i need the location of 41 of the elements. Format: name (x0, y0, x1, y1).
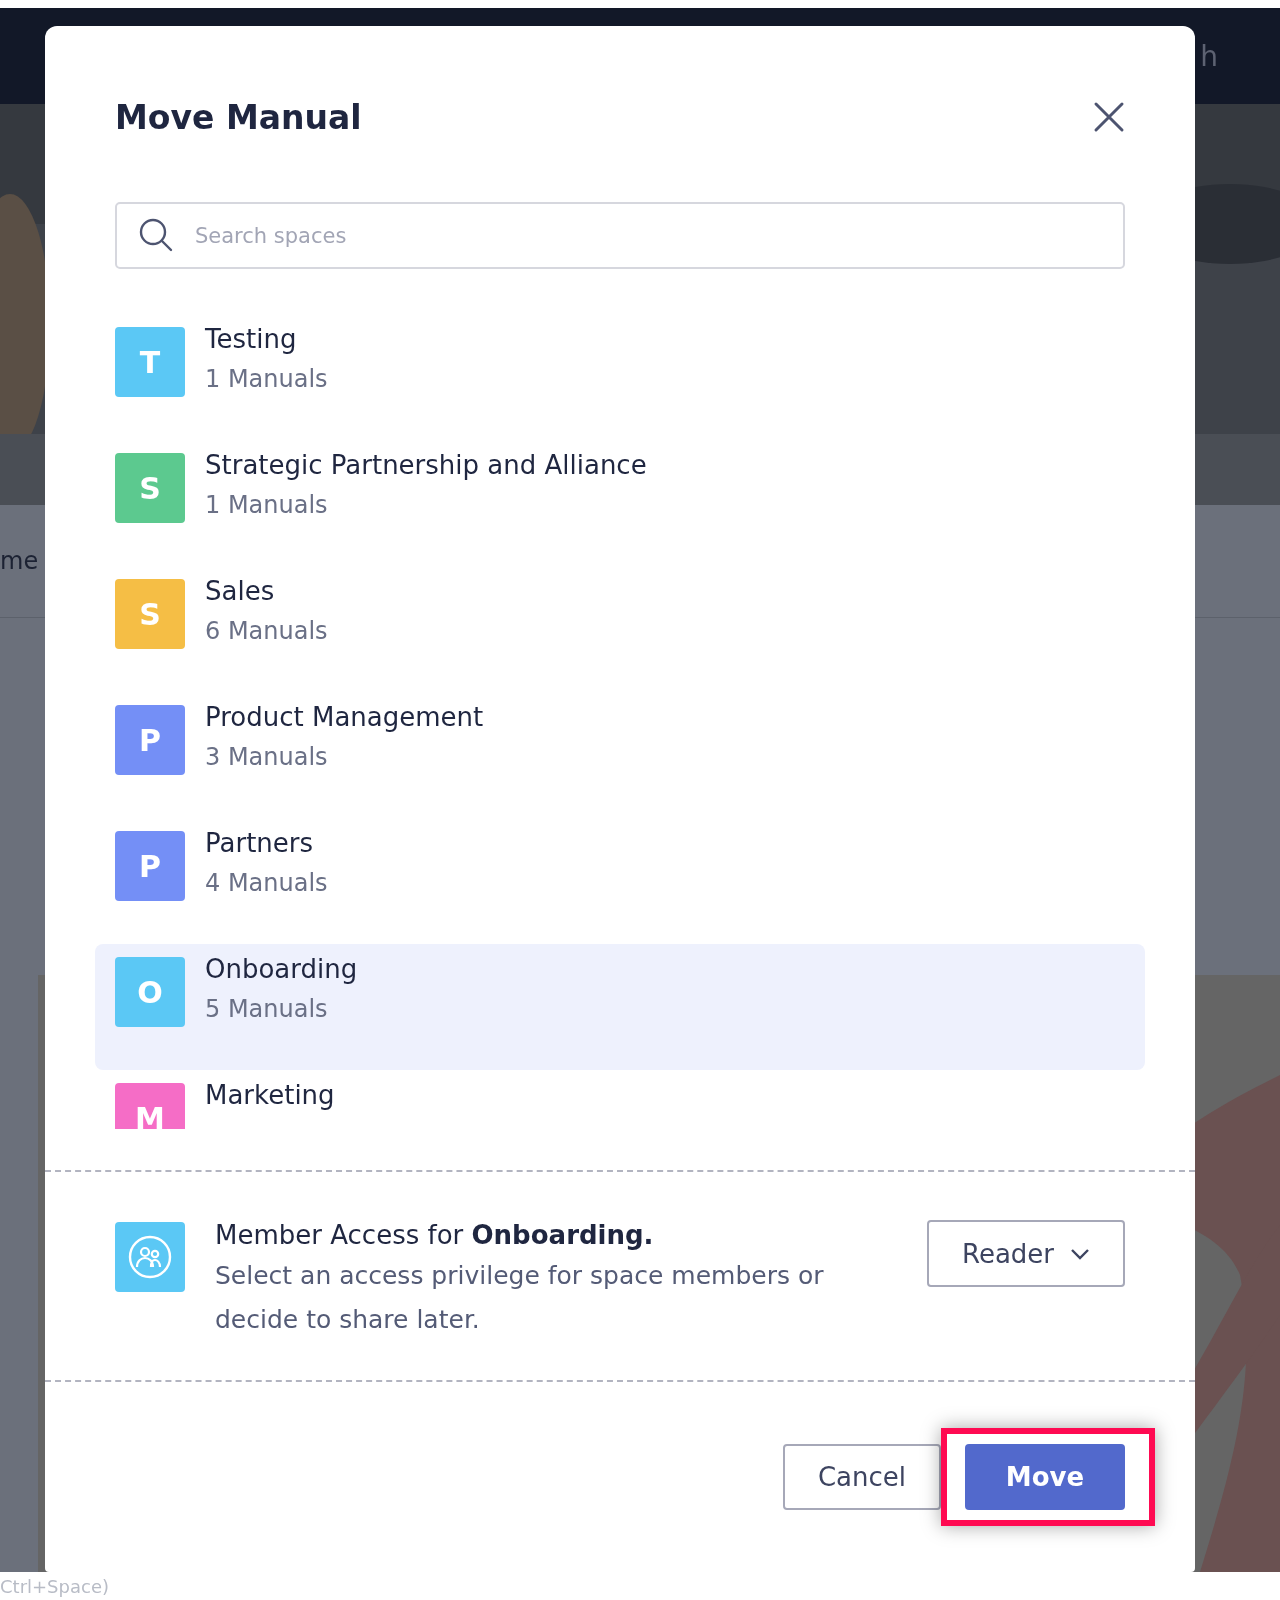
space-item[interactable]: T Testing 1 Manuals (95, 314, 1145, 440)
space-avatar: S (115, 579, 185, 649)
manual-count: 5 Manuals (205, 994, 329, 1024)
close-icon[interactable] (1093, 101, 1125, 133)
space-avatar: M (115, 1083, 185, 1129)
space-item[interactable]: S Strategic Partnership and Alliance 1 Manuals (95, 440, 1145, 566)
access-description: Select an access privilege for space members or decide to share later. (215, 1260, 825, 1336)
chevron-icon (1070, 1247, 1090, 1260)
members-icon (115, 1222, 185, 1292)
manual-count: 1 Manuals (205, 490, 329, 520)
space-name: Onboarding (205, 953, 358, 986)
space-item[interactable]: P Product Management 3 Manuals (95, 692, 1145, 818)
space-item[interactable]: P Partners 4 Manuals (95, 818, 1145, 944)
space-avatar: O (115, 957, 185, 1027)
role-dropdown[interactable]: Reader (927, 1220, 1125, 1287)
space-name: Strategic Partnership and Alliance (205, 449, 647, 482)
cancel-button[interactable]: Cancel (783, 1444, 941, 1510)
manual-count: 3 Manuals (205, 742, 329, 772)
dialog-title: Move Manual (115, 97, 362, 137)
space-avatar: P (115, 705, 185, 775)
manual-count: 4 Manuals (205, 868, 328, 898)
space-name: Partners (205, 827, 315, 860)
access-heading: Member Access for Onboarding. (215, 1219, 655, 1252)
space-item[interactable]: S Sales 6 Manuals (95, 566, 1145, 692)
manual-count: 6 Manuals (205, 616, 328, 646)
space-avatar: T (115, 327, 185, 397)
header-text: h (1200, 39, 1218, 73)
space-name: Product Management (205, 701, 484, 734)
move-button[interactable]: Move (965, 1444, 1125, 1510)
space-item[interactable]: O Onboarding 5 Manuals (95, 944, 1145, 1070)
space-avatar: S (115, 453, 185, 523)
space-name: Sales (205, 575, 276, 608)
nav-text: me (0, 547, 39, 575)
space-name: Testing (205, 323, 298, 356)
space-name: Marketing (205, 1079, 335, 1112)
space-item[interactable]: M Marketing (95, 1070, 1145, 1129)
manual-count: 1 Manuals (205, 364, 328, 394)
search-icon (139, 218, 173, 252)
shortcut-hint: Ctrl+Space) (0, 1576, 109, 1598)
space-avatar: P (115, 831, 185, 901)
search-field[interactable]: Search spaces (115, 202, 1125, 269)
